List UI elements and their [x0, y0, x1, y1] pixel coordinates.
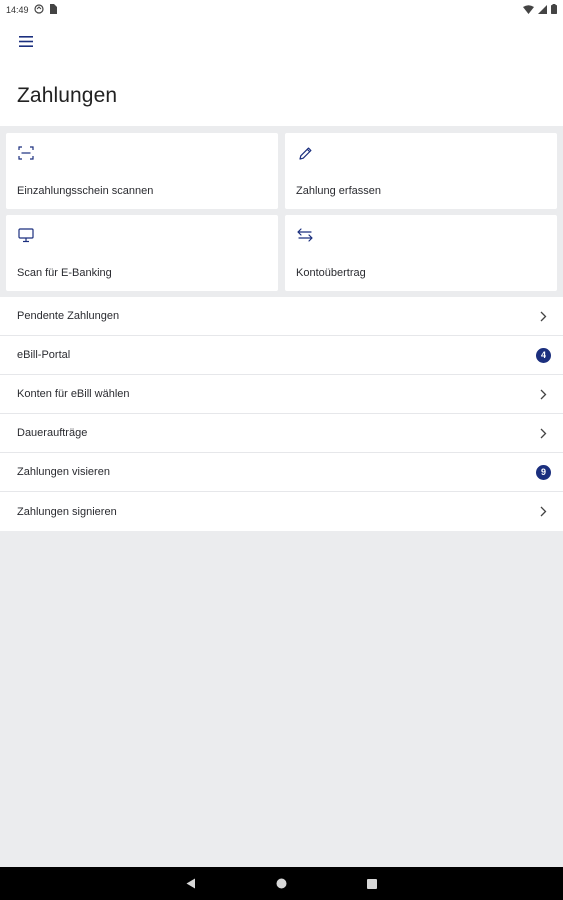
status-left: 14:49 [6, 4, 57, 16]
app-header: Zahlungen [0, 20, 563, 126]
battery-icon [551, 4, 557, 16]
tile-capture-payment[interactable]: Zahlung erfassen [285, 133, 557, 209]
list-item-ebill-accounts[interactable]: Konten für eBill wählen [0, 375, 563, 414]
home-icon[interactable] [261, 867, 301, 900]
status-right [523, 4, 557, 16]
chevron-right-icon [536, 426, 550, 440]
list-item-standing-orders[interactable]: Daueraufträge [0, 414, 563, 453]
system-nav-bar [0, 867, 563, 900]
list-item-label: Zahlungen signieren [17, 505, 117, 518]
list-item-label: Daueraufträge [17, 427, 88, 439]
chevron-right-icon [536, 309, 550, 323]
list-item-label: Zahlungen visieren [17, 466, 110, 478]
list-item-label: Pendente Zahlungen [17, 310, 120, 322]
monitor-icon [17, 226, 35, 244]
count-badge: 9 [536, 464, 551, 480]
page-title: Zahlungen [17, 84, 118, 107]
tile-label: Einzahlungsschein scannen [17, 185, 154, 197]
cell-signal-icon [538, 4, 547, 16]
tile-label: Zahlung erfassen [296, 185, 381, 197]
tile-account-transfer[interactable]: Kontoübertrag [285, 215, 557, 291]
tile-label: Kontoübertrag [296, 267, 366, 279]
payments-list: Pendente Zahlungen eBill-Portal 4 Konten… [0, 297, 563, 531]
scan-icon [17, 144, 35, 162]
status-bar: 14:49 [0, 0, 563, 20]
recents-icon[interactable] [352, 867, 392, 900]
sync-icon [33, 4, 44, 16]
chevron-right-icon [536, 505, 550, 519]
list-item-label: Konten für eBill wählen [17, 388, 130, 400]
back-icon[interactable] [171, 867, 211, 900]
list-item-label: eBill-Portal [17, 349, 71, 361]
list-item-sign-payments[interactable]: Zahlungen signieren [0, 492, 563, 531]
tile-label: Scan für E-Banking [17, 267, 112, 279]
sim-card-icon [49, 4, 57, 16]
list-item-approve-payments[interactable]: Zahlungen visieren 9 [0, 453, 563, 492]
pencil-icon [296, 144, 314, 162]
tile-scan-payment-slip[interactable]: Einzahlungsschein scannen [6, 133, 278, 209]
list-item-pending-payments[interactable]: Pendente Zahlungen [0, 297, 563, 336]
tile-scan-ebanking[interactable]: Scan für E-Banking [6, 215, 278, 291]
hamburger-menu-icon[interactable] [14, 30, 38, 52]
transfer-arrows-icon [296, 226, 314, 244]
action-tiles: Einzahlungsschein scannen Zahlung erfass… [6, 133, 557, 291]
status-time: 14:49 [6, 5, 29, 15]
chevron-right-icon [536, 387, 550, 401]
wifi-icon [523, 4, 534, 16]
count-badge: 4 [536, 347, 551, 363]
list-item-ebill-portal[interactable]: eBill-Portal 4 [0, 336, 563, 375]
